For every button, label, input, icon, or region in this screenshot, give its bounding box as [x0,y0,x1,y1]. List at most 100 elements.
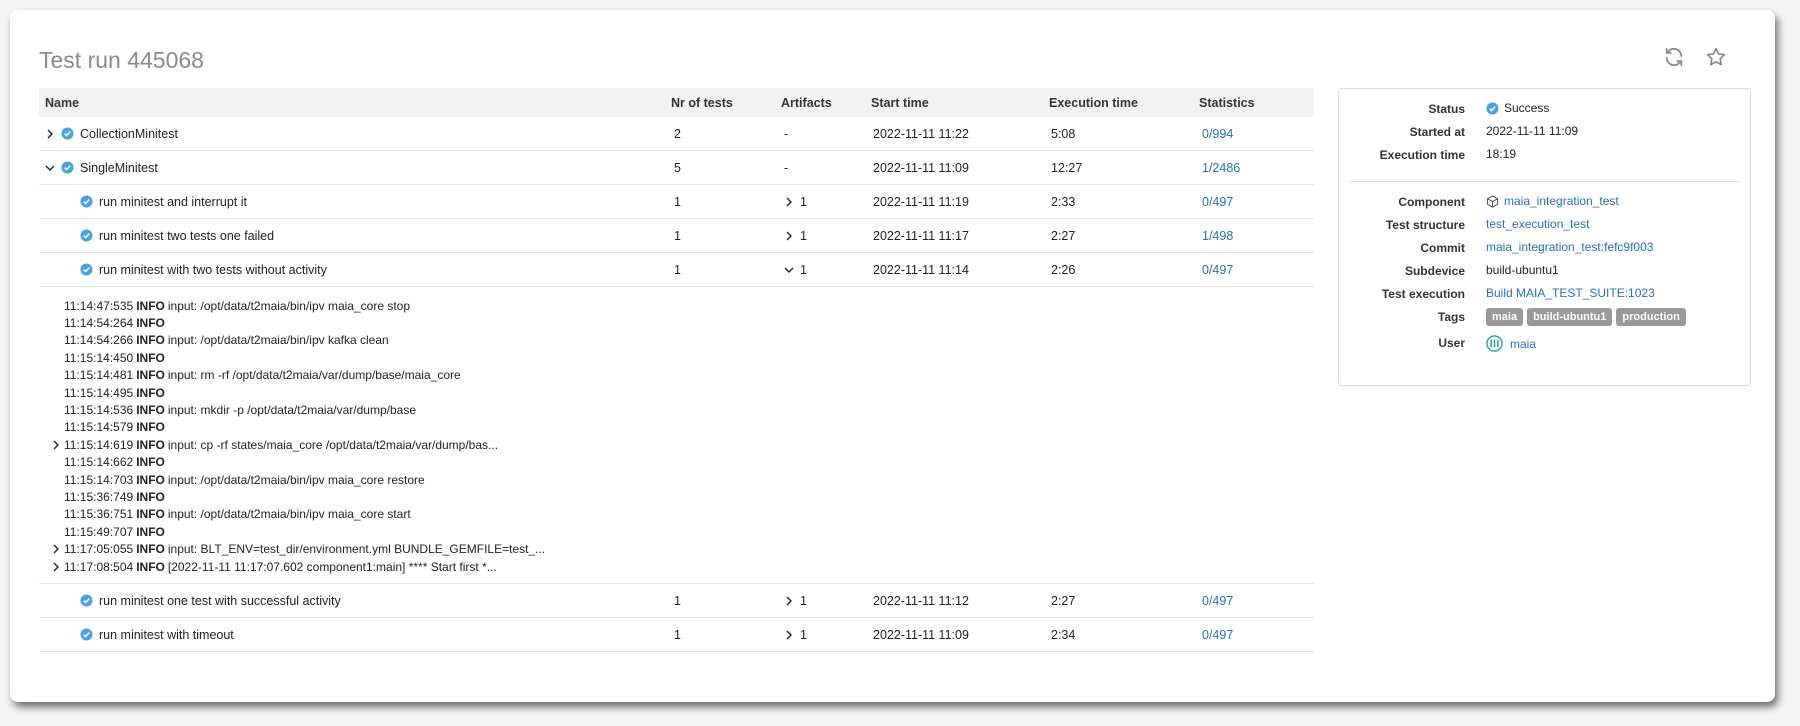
cube-icon [1486,194,1499,208]
chevron-right-icon[interactable] [51,562,61,572]
row-artifacts: 1 [800,262,807,277]
log-line: 11:15:14:481 INFO input: rm -rf /opt/data/… [64,368,461,383]
structure-field: Test structure test_execution_test [1385,217,1590,232]
tag-badge[interactable]: production [1616,308,1686,326]
star-icon[interactable] [1705,46,1727,71]
row-artifacts: 1 [800,593,807,608]
row-exec-time: 2:34 [1051,627,1076,642]
row-nr-tests: 1 [674,627,681,642]
row-name: run minitest with timeout [99,627,234,642]
row-start-time: 2022-11-11 11:19 [873,194,969,209]
col-nr-tests[interactable]: Nr of tests [671,96,733,110]
table-row[interactable]: run minitest and interrupt it 1 1 2022-1… [39,185,1314,219]
log-line: 11:14:47:535 INFO input: /opt/data/t2maia/… [64,298,411,313]
chevron-right-icon[interactable] [784,630,794,640]
table-header: Name Nr of tests Artifacts Start time Ex… [39,88,1314,117]
chevron-right-icon[interactable] [784,596,794,606]
success-check-icon [61,127,74,140]
table-row[interactable]: CollectionMinitest 2 - 2022-11-11 11:22 … [39,117,1314,151]
tag-badge[interactable]: maia [1486,308,1524,326]
row-exec-time: 12:27 [1051,160,1083,175]
details-panel: Status Success Started at 2022-11-11 11:… [1338,88,1751,386]
table-row[interactable]: run minitest with two tests without acti… [39,253,1314,287]
row-statistics-link[interactable]: 1/2486 [1202,161,1240,175]
log-line: 11:15:36:749 INFO [64,489,165,504]
page-title: Test run 445068 [39,47,204,73]
row-nr-tests: 1 [674,194,681,209]
log-line[interactable]: 11:17:05:055 INFO input: BLT_ENV=test_dir/… [39,540,1314,557]
user-link[interactable]: maia [1510,337,1536,351]
row-statistics-link[interactable]: 1/498 [1202,229,1233,243]
row-start-time: 2022-11-11 11:22 [873,126,969,141]
chevron-down-icon[interactable] [45,163,55,173]
exec-time-field: Execution time 18:19 [1379,147,1517,162]
row-artifacts: - [784,126,789,141]
artifacts-toggle[interactable]: 1 [784,594,807,608]
table-row[interactable]: run minitest one test with successful ac… [39,584,1314,619]
log-line: 11:15:14:662 INFO [64,455,165,470]
row-name: SingleMinitest [80,160,158,175]
row-statistics-link[interactable]: 0/994 [1202,127,1233,141]
row-artifacts: 1 [800,627,807,642]
row-statistics-link[interactable]: 0/497 [1202,628,1233,642]
row-nr-tests: 1 [674,262,681,277]
subdevice-value: build-ubuntu1 [1486,263,1559,277]
component-link[interactable]: maia_integration_test [1504,194,1619,208]
chevron-right-icon[interactable] [45,129,55,139]
table-row[interactable]: SingleMinitest 5 - 2022-11-11 11:09 12:2… [39,151,1314,185]
log-line[interactable]: 11:15:14:619 INFO input: cp -rf states/mai… [39,436,1314,453]
row-name: run minitest two tests one failed [99,228,275,243]
col-name[interactable]: Name [45,96,79,110]
row-nr-tests: 1 [674,593,681,608]
col-start-time[interactable]: Start time [871,96,929,110]
row-start-time: 2022-11-11 11:14 [873,262,969,277]
chevron-right-icon[interactable] [784,197,794,207]
chevron-right-icon[interactable] [784,231,794,241]
table-row[interactable]: run minitest two tests one failed 1 1 20… [39,219,1314,253]
row-exec-time: 2:27 [1051,228,1076,243]
commit-link[interactable]: maia_integration_test:fefc9f003 [1486,240,1653,254]
success-check-icon [1486,101,1499,115]
exec-time-value: 18:19 [1486,147,1517,161]
commit-field: Commit maia_integration_test:fefc9f003 [1420,240,1654,255]
component-field: Component maia_integration_test [1398,194,1619,209]
chevron-down-icon[interactable] [784,265,794,275]
row-artifacts: 1 [800,194,807,209]
success-check-icon [80,229,93,242]
artifacts-toggle[interactable]: 1 [784,229,807,243]
chevron-right-icon[interactable] [51,440,61,450]
table-row[interactable]: run minitest with timeout 1 1 2022-11-11… [39,618,1314,653]
log-line: 11:15:14:536 INFO input: mkdir -p /opt/dat… [64,403,416,418]
tags-field: Tags maia build-ubuntu1 production [1339,307,1750,327]
row-name: CollectionMinitest [80,126,178,141]
row-statistics-link[interactable]: 0/497 [1202,594,1233,608]
structure-link[interactable]: test_execution_test [1486,217,1589,231]
row-nr-tests: 1 [674,228,681,243]
row-nr-tests: 2 [674,126,681,141]
row-statistics-link[interactable]: 0/497 [1202,263,1233,277]
artifacts-toggle[interactable]: 1 [784,195,807,209]
row-start-time: 2022-11-11 11:12 [873,593,969,608]
row-artifacts: - [784,160,789,175]
success-check-icon [80,628,93,641]
col-exec-time[interactable]: Execution time [1049,96,1138,110]
row-name: run minitest and interrupt it [99,194,247,209]
success-check-icon [80,594,93,607]
tag-badge[interactable]: build-ubuntu1 [1527,308,1613,326]
col-statistics[interactable]: Statistics [1199,96,1255,110]
col-artifacts[interactable]: Artifacts [781,96,832,110]
artifacts-toggle[interactable]: 1 [784,263,807,277]
chevron-right-icon[interactable] [51,544,61,554]
refresh-icon[interactable] [1663,46,1685,71]
started-field: Started at 2022-11-11 11:09 [1409,124,1579,139]
row-statistics-link[interactable]: 0/497 [1202,195,1233,209]
log-line[interactable]: 11:17:08:504 INFO [2022-11-11 11:17:07.602… [39,558,1314,575]
success-check-icon [80,263,93,276]
test-execution-link[interactable]: Build MAIA_TEST_SUITE:1023 [1486,286,1655,300]
row-start-time: 2022-11-11 11:09 [873,160,969,175]
artifacts-toggle[interactable]: 1 [784,628,807,642]
log-line: 11:15:14:579 INFO [64,420,165,435]
log-line: 11:15:36:751 INFO input: /opt/data/t2maia/… [64,507,411,522]
log-line: 11:14:54:264 INFO [64,316,165,331]
row-exec-time: 5:08 [1051,126,1076,141]
